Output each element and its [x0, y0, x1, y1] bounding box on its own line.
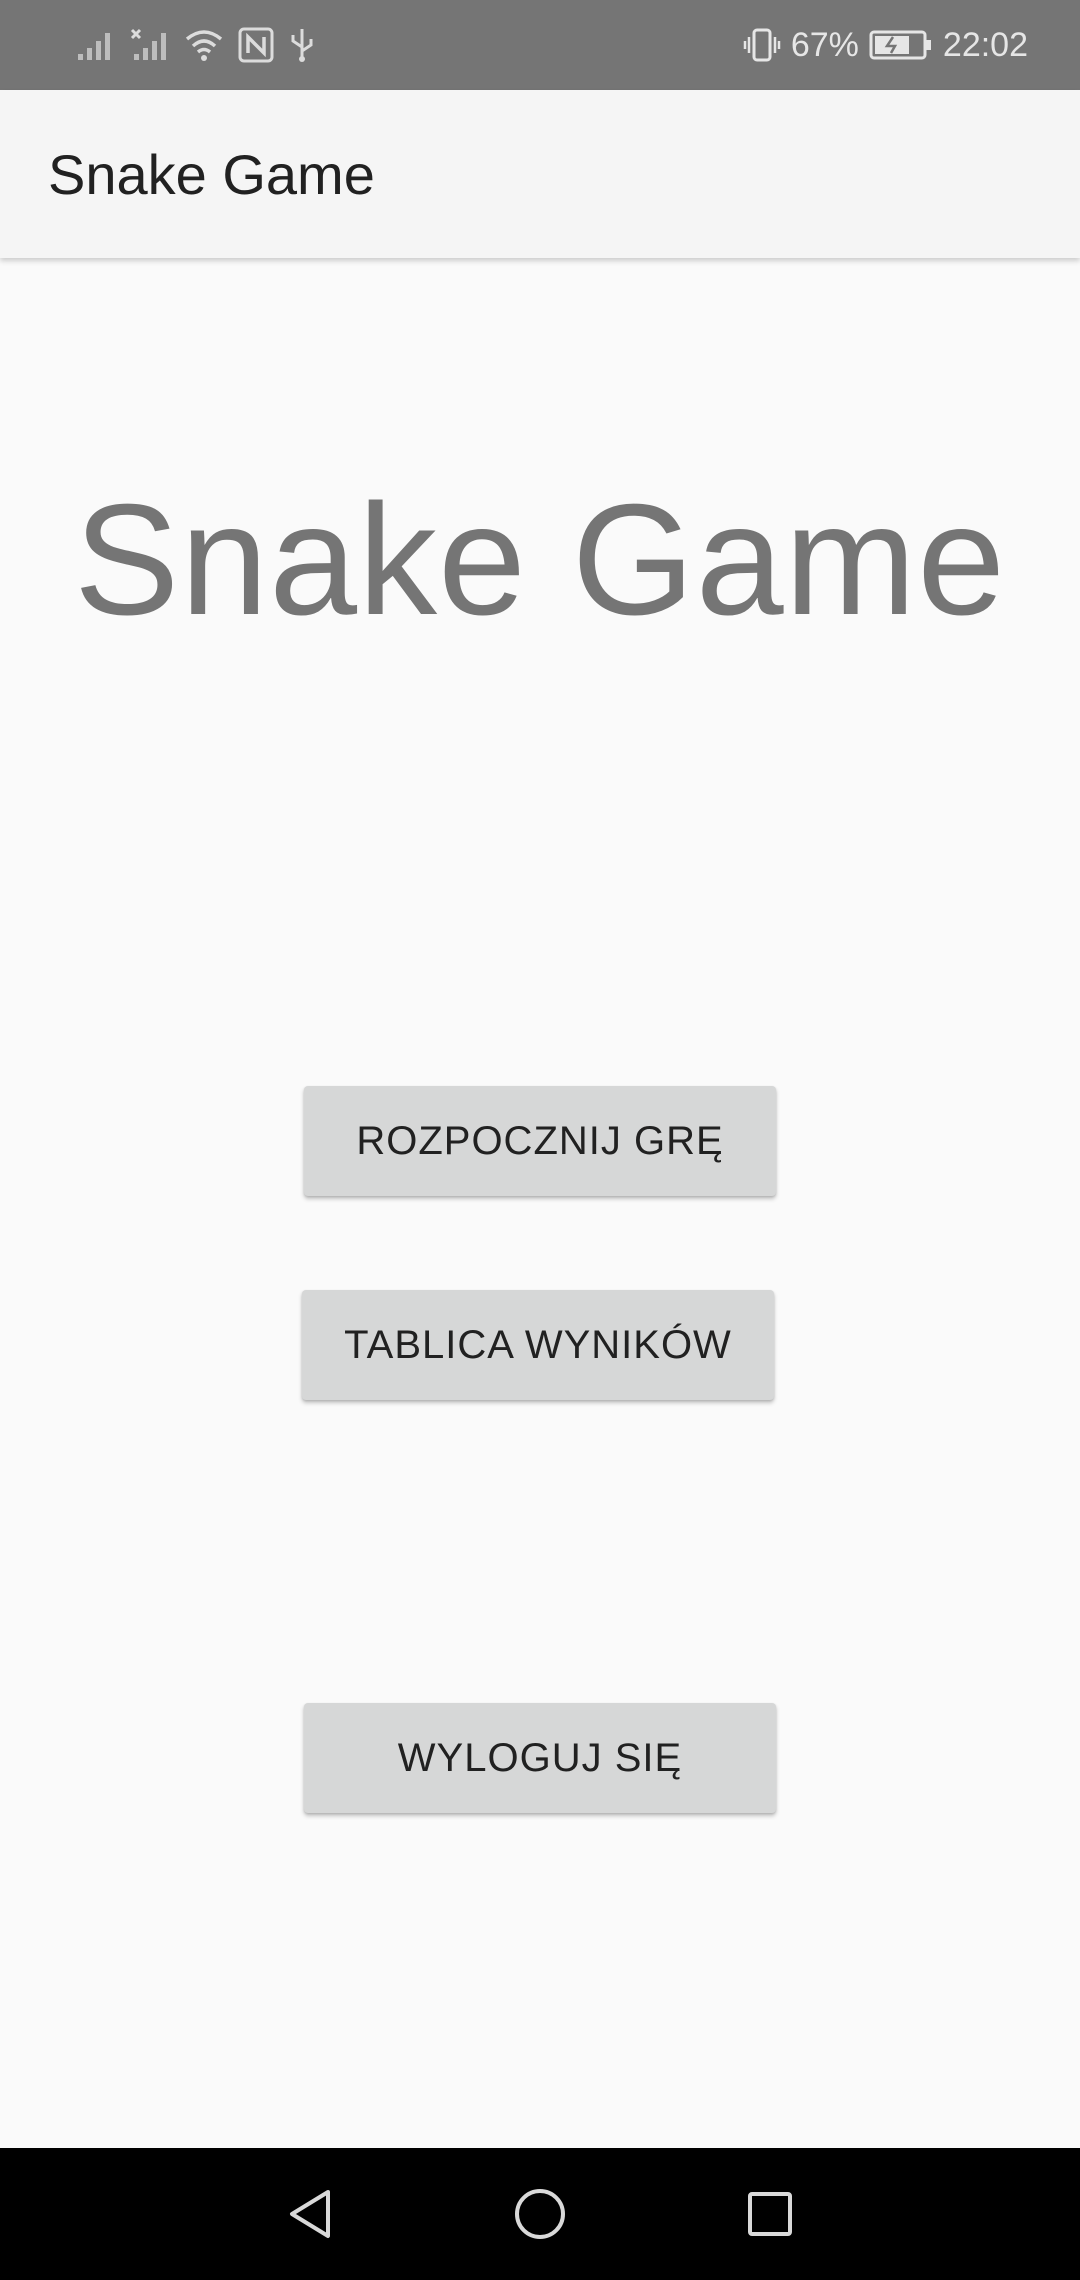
status-bar: 67% 22:02 [0, 0, 1080, 90]
wifi-icon [184, 28, 224, 62]
home-icon[interactable] [500, 2174, 580, 2254]
vibrate-icon [743, 27, 781, 63]
status-left-icons [76, 27, 316, 63]
signal-no-sim-icon [130, 28, 170, 62]
recents-icon[interactable] [730, 2174, 810, 2254]
app-bar-title: Snake Game [48, 142, 375, 206]
battery-charging-icon [869, 29, 933, 61]
navigation-bar [0, 2148, 1080, 2280]
back-icon[interactable] [270, 2174, 350, 2254]
clock: 22:02 [942, 25, 1028, 64]
battery-percent: 67% [790, 25, 859, 64]
usb-icon [288, 27, 316, 63]
app-bar: Snake Game [0, 90, 1080, 258]
start-game-button[interactable]: ROZPOCZNIJ GRĘ [304, 1086, 776, 1196]
scoreboard-button[interactable]: TABLICA WYNIKÓW [302, 1290, 774, 1400]
logout-button[interactable]: WYLOGUJ SIĘ [304, 1703, 776, 1813]
status-right: 67% 22:02 [743, 26, 1028, 65]
signal-icon [76, 28, 116, 62]
hero-title: Snake Game [73, 472, 1007, 648]
nfc-icon [238, 27, 274, 63]
